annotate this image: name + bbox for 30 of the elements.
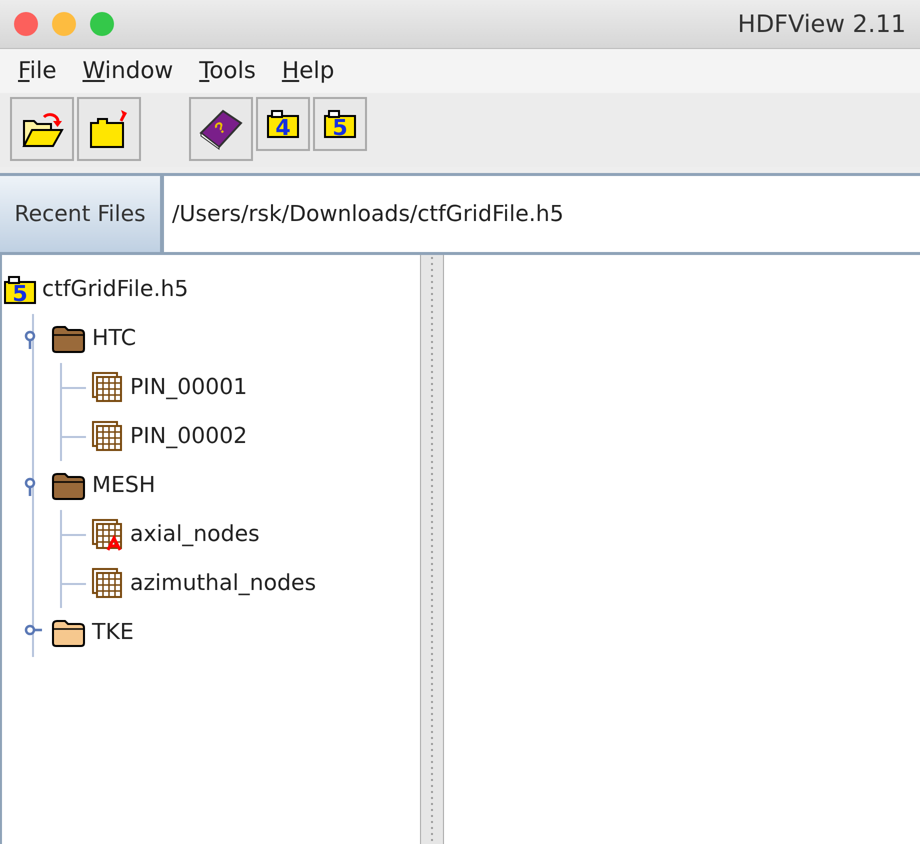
- tree-item[interactable]: TKE: [92, 620, 134, 645]
- folder-icon: [50, 472, 86, 500]
- tree-item[interactable]: PIN_00001: [130, 375, 248, 400]
- tree-item[interactable]: PIN_00002: [130, 424, 248, 449]
- tree-item[interactable]: MESH: [92, 473, 156, 498]
- close-file-button[interactable]: [77, 97, 141, 161]
- menu-item[interactable]: File: [18, 58, 56, 84]
- recent-files-button[interactable]: Recent Files: [0, 176, 164, 252]
- window-title: HDFView 2.11: [738, 10, 906, 38]
- splitter[interactable]: [420, 255, 444, 844]
- book-icon: ?: [197, 107, 245, 151]
- dataset-grid-icon: [92, 568, 124, 600]
- hdf4-button[interactable]: 4: [256, 97, 310, 151]
- folder-icon: [50, 324, 86, 352]
- tree-item[interactable]: 5 ctfGridFile.h5: [4, 265, 420, 314]
- text-dataset-icon: [92, 518, 124, 550]
- help-button[interactable]: ?: [189, 97, 253, 161]
- tree-item[interactable]: axial_nodes: [130, 522, 260, 547]
- close-window-button[interactable]: [14, 12, 38, 36]
- tree-item[interactable]: azimuthal_nodes: [130, 571, 316, 596]
- file-path-field[interactable]: /Users/rsk/Downloads/ctfGridFile.h5: [164, 176, 920, 252]
- tree-item[interactable]: HTC: [92, 326, 136, 351]
- dataset-grid-icon: [92, 420, 124, 452]
- menu-item[interactable]: Window: [82, 58, 174, 84]
- folder-icon: [50, 618, 86, 646]
- menu-item[interactable]: Help: [282, 58, 334, 84]
- open-file-button[interactable]: [10, 97, 74, 161]
- menu-item[interactable]: Tools: [199, 58, 256, 84]
- hdf5-button[interactable]: 5: [313, 97, 367, 151]
- dataset-grid-icon: [92, 372, 124, 404]
